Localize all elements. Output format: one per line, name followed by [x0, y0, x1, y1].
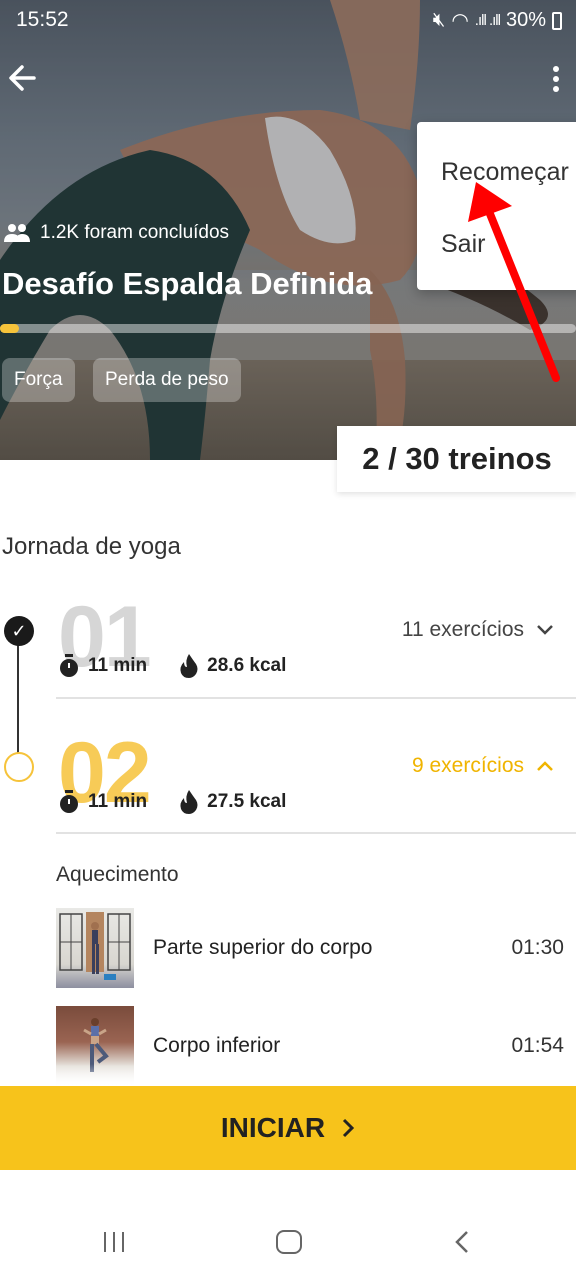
- exercise-time: 01:54: [511, 1034, 564, 1057]
- stopwatch-icon: [60, 654, 78, 677]
- calories-text: 27.5 kcal: [207, 791, 287, 812]
- battery-icon: [552, 11, 562, 30]
- home-icon[interactable]: [276, 1230, 302, 1254]
- exercise-thumbnail: [56, 908, 134, 988]
- options-menu: Recomeçar Sair: [417, 122, 576, 290]
- challenge-title: Desafío Espalda Definida: [2, 266, 373, 301]
- completed-text: 1.2K foram concluídos: [40, 222, 230, 243]
- menu-item-exit[interactable]: Sair: [441, 230, 485, 259]
- status-bar: 15:52 🔇︎ ◠ .ıll .ıll 30%: [0, 0, 576, 40]
- divider: [56, 697, 576, 699]
- section-title: Jornada de yoga: [2, 533, 181, 560]
- timeline-line: [17, 640, 19, 766]
- exercises-label: 11 exercícios: [401, 618, 524, 641]
- flame-icon: [180, 790, 198, 814]
- progress-fill: [0, 324, 19, 333]
- chevron-up-icon: [537, 761, 553, 771]
- wifi-icon: ◠: [451, 10, 469, 32]
- exercise-row[interactable]: Parte superior do corpo 01:30: [56, 908, 576, 988]
- flame-icon: [180, 654, 198, 678]
- exercises-label: 9 exercícios: [411, 754, 524, 777]
- tag-chip: Força: [2, 358, 75, 402]
- menu-item-restart[interactable]: Recomeçar: [441, 158, 569, 187]
- mute-icon: 🔇︎: [432, 9, 446, 31]
- nav-back-icon[interactable]: [452, 1228, 472, 1256]
- start-button[interactable]: INICIAR: [0, 1086, 576, 1170]
- recent-apps-icon[interactable]: [100, 1230, 130, 1254]
- exercise-time: 01:30: [511, 936, 564, 959]
- system-nav-bar: [0, 1190, 576, 1280]
- status-time: 15:52: [16, 8, 69, 31]
- warmup-title: Aquecimento: [56, 863, 179, 886]
- more-vertical-icon[interactable]: [546, 62, 566, 96]
- day-exercises-toggle[interactable]: 11 exercícios: [402, 618, 554, 642]
- duration-text: 11 min: [88, 791, 148, 812]
- check-icon: ✓: [4, 616, 34, 646]
- exercise-name: Corpo inferior: [153, 1034, 281, 1057]
- chevron-right-icon: [343, 1118, 355, 1138]
- day-meta: 11 min 28.6 kcal: [58, 654, 286, 678]
- arrow-left-icon[interactable]: [4, 60, 40, 96]
- divider: [56, 832, 576, 834]
- exercise-name: Parte superior do corpo: [153, 936, 373, 959]
- challenge-progress-bar: [0, 324, 576, 333]
- completed-count: 1.2K foram concluídos: [4, 222, 229, 244]
- list-fade: [0, 1064, 576, 1088]
- chevron-down-icon: [537, 625, 553, 635]
- workouts-count-badge: 2 / 30 treinos: [337, 426, 576, 492]
- tag-chip: Perda de peso: [93, 358, 241, 402]
- day-exercises-toggle[interactable]: 9 exercícios: [412, 754, 554, 778]
- calories-text: 28.6 kcal: [207, 655, 287, 676]
- day-meta: 11 min 27.5 kcal: [58, 790, 286, 814]
- start-button-label: INICIAR: [220, 1112, 326, 1143]
- timeline-node-active: [4, 752, 34, 782]
- duration-text: 11 min: [88, 655, 148, 676]
- stopwatch-icon: [60, 790, 78, 813]
- people-icon: [4, 224, 30, 242]
- signal-icon: .ıll .ıll: [474, 12, 501, 29]
- battery-text: 30%: [505, 9, 546, 31]
- status-icons: 🔇︎ ◠ .ıll .ıll 30%: [433, 8, 562, 33]
